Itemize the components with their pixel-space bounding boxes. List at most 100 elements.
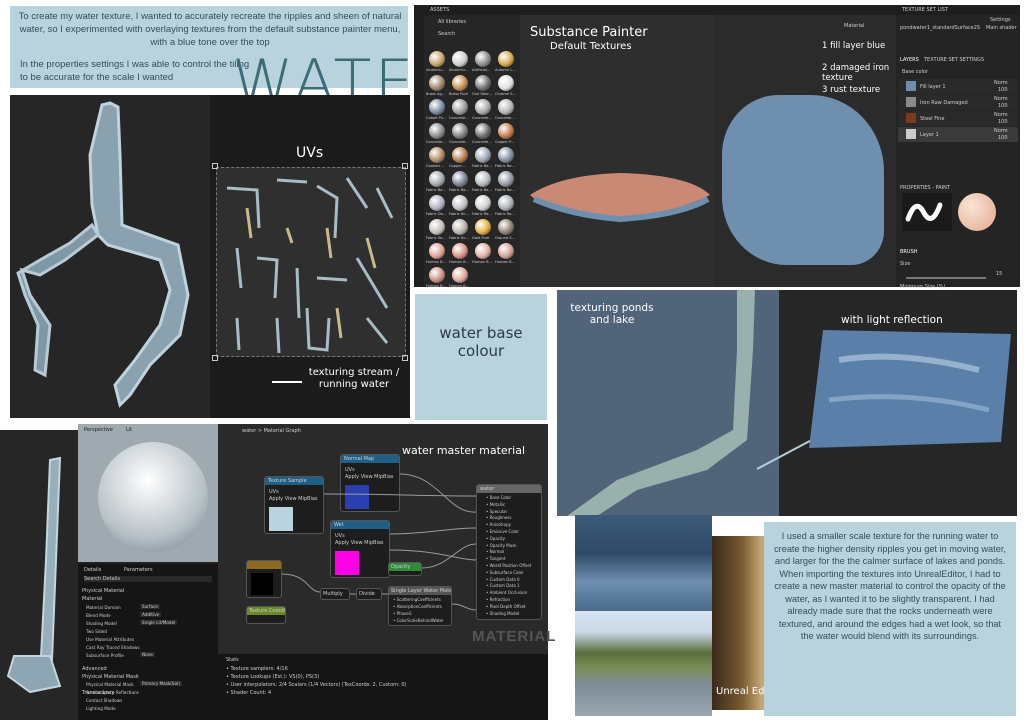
sp-layer-row[interactable]: Steel Fine Norm 100 — [898, 111, 1018, 126]
sp-asset-item[interactable]: Concrete... — [449, 99, 471, 122]
sp-asset-item[interactable]: Aluminiu... — [426, 51, 448, 74]
sp-asset-label: Fabric Ra... — [472, 212, 492, 216]
ue-section-advanced[interactable]: Advanced — [82, 666, 107, 672]
ue-perspective[interactable]: Perspective — [84, 427, 113, 433]
sp-tab-texture-set-settings[interactable]: TEXTURE SET SETTINGS — [924, 57, 984, 63]
sp-asset-item[interactable]: Fabric Su... — [449, 219, 471, 242]
reflection-viewport: with light reflection — [756, 290, 1017, 516]
sp-asset-item[interactable]: Fabric Ba... — [495, 147, 517, 170]
sp-asset-label: Copper... — [449, 164, 466, 168]
sp-assets-panel: All libraries Search Aluminiu... Aluminiu… — [424, 15, 520, 290]
ue-detail-value[interactable]: Primary Mask(Sol) — [140, 681, 182, 686]
sp-asset-item[interactable]: Fabric So... — [426, 219, 448, 242]
sp-tool-strip — [414, 15, 424, 287]
sp-base-color-dropdown[interactable]: Base color — [902, 69, 928, 75]
sp-asset-item[interactable]: Concrete... — [472, 123, 494, 146]
sp-layer-opacity[interactable]: 100 — [998, 135, 1008, 141]
sp-asset-item[interactable]: Fabric Ba... — [472, 147, 494, 170]
ue-details-tab[interactable]: Details — [84, 567, 101, 573]
sp-asset-label: Human B... — [472, 260, 492, 264]
sp-top-toolbar: ASSETS TEXTURE SET LIST — [414, 5, 1020, 15]
sp-asset-thumbnail — [452, 171, 468, 187]
ue-section-physical-material[interactable]: Physical Material — [82, 588, 124, 594]
sp-asset-item[interactable]: Concrete... — [449, 123, 471, 146]
sp-asset-item[interactable]: Aluminiu... — [449, 51, 471, 74]
ue-detail-value[interactable]: Surface — [140, 604, 160, 609]
ue-detail-value[interactable]: Single Lit/Model — [140, 620, 178, 625]
sp-layer-blend-mode[interactable]: Norm — [994, 112, 1008, 118]
sp-asset-label: Autumn L... — [495, 68, 516, 72]
substance-painter-window: ASSETS TEXTURE SET LIST All libraries Se… — [414, 5, 1020, 290]
sp-asset-item[interactable]: Fabric Kn... — [449, 195, 471, 218]
sp-asset-item[interactable]: Human B... — [495, 243, 517, 266]
sp-asset-item[interactable]: Ground S... — [495, 219, 517, 242]
sp-asset-item[interactable]: Artificial... — [472, 51, 494, 74]
sp-asset-item[interactable]: Cobalt Pu... — [426, 99, 448, 122]
sp-asset-item[interactable]: Concrete... — [472, 99, 494, 122]
sp-asset-thumbnail — [429, 195, 445, 211]
ue-stats-line: • User interpolators: 2/4 Scalars (1/4 V… — [226, 682, 407, 688]
sp-settings[interactable]: Settings — [990, 17, 1011, 23]
sp-asset-item[interactable]: Gold Pure — [472, 219, 494, 242]
sp-layer-row[interactable]: Iron Raw Damaged Norm 100 — [898, 95, 1018, 110]
ue-detail-label: Two Sided — [86, 629, 107, 634]
sp-asset-item[interactable]: Chrome S... — [495, 75, 517, 98]
sp-size-slider[interactable] — [906, 277, 986, 279]
sp-asset-item[interactable]: Fabric Ba... — [472, 171, 494, 194]
sp-layer-name: Steel Fine — [920, 116, 945, 122]
sp-layer-opacity[interactable]: 100 — [998, 119, 1008, 125]
sp-main-shader[interactable]: Main shader — [986, 25, 1017, 31]
sp-asset-item[interactable]: Fabric Ba... — [449, 171, 471, 194]
ue-search-details[interactable]: Search Details — [84, 576, 212, 582]
sp-asset-item[interactable]: Human B... — [426, 267, 448, 290]
ue-section-material[interactable]: Material — [82, 596, 102, 602]
sp-layer-opacity[interactable]: 100 — [998, 103, 1008, 109]
sp-asset-label: Chrome S... — [495, 92, 516, 96]
ue-detail-value[interactable]: None — [140, 652, 155, 657]
sp-asset-thumbnail — [475, 99, 491, 115]
sp-asset-item[interactable]: Human B... — [449, 243, 471, 266]
sp-material-dropdown[interactable]: Material — [844, 23, 864, 29]
sp-asset-item[interactable]: Copper P... — [495, 123, 517, 146]
ue-detail-value[interactable]: Additive — [140, 612, 162, 617]
sp-layer-row[interactable]: Fill layer 1 Norm 100 — [898, 79, 1018, 94]
sp-asset-item[interactable]: Human B... — [472, 243, 494, 266]
sp-asset-thumbnail — [498, 99, 514, 115]
sp-asset-thumbnail — [429, 171, 445, 187]
sp-asset-item[interactable]: Fabric Ba... — [426, 171, 448, 194]
sp-asset-item[interactable]: Human B... — [449, 267, 471, 290]
sp-asset-item[interactable]: Fabric De... — [426, 195, 448, 218]
sp-asset-search[interactable]: Search — [438, 31, 455, 37]
sp-size-value[interactable]: 15 — [996, 271, 1002, 277]
sp-asset-item[interactable]: Copper... — [449, 147, 471, 170]
ue-stats-tab[interactable]: Stats — [226, 657, 239, 663]
sp-layer-opacity[interactable]: 100 — [998, 87, 1008, 93]
sp-asset-thumbnail — [475, 219, 491, 235]
sp-asset-item[interactable]: Human B... — [426, 243, 448, 266]
sp-layer-blend-mode[interactable]: Norm — [994, 80, 1008, 86]
sp-asset-item[interactable]: Fabric Ba... — [495, 171, 517, 194]
sp-all-libraries[interactable]: All libraries — [438, 19, 466, 25]
sp-asset-item[interactable]: Brass Pure — [449, 75, 471, 98]
sp-asset-item[interactable]: Fabric Ra... — [472, 195, 494, 218]
ue-detail-row: Screen Space Reflections — [82, 689, 214, 697]
sp-tab-layers[interactable]: LAYERS — [900, 57, 919, 63]
ue-section-physical-material-mask[interactable]: Physical Material Mask — [82, 674, 139, 680]
sp-asset-label: Fabric Ro... — [495, 212, 515, 216]
sp-layer-blend-mode[interactable]: Norm — [994, 96, 1008, 102]
ue-parameters-tab[interactable]: Parameters — [124, 567, 153, 573]
sp-layer-row[interactable]: Layer 1 Norm 100 — [898, 127, 1018, 142]
sp-layer-thumbnail — [906, 129, 916, 139]
ue-detail-label: Physical Material Mask — [86, 682, 134, 687]
sp-asset-item[interactable]: Autumn L... — [495, 51, 517, 74]
sp-asset-item[interactable]: Carl Stee... — [472, 75, 494, 98]
sp-layer-note-1: 1 fill layer blue — [822, 41, 886, 51]
sp-layer-blend-mode[interactable]: Norm — [994, 128, 1008, 134]
sp-asset-label: Human B... — [449, 284, 469, 288]
sp-asset-item[interactable]: Concrete... — [426, 123, 448, 146]
sp-asset-item[interactable]: Brass Ag... — [426, 75, 448, 98]
sp-asset-item[interactable]: Concrete... — [495, 99, 517, 122]
ue-lit[interactable]: Lit — [126, 427, 132, 433]
sp-asset-item[interactable]: Fabric Ro... — [495, 195, 517, 218]
sp-asset-item[interactable]: Cookies ... — [426, 147, 448, 170]
